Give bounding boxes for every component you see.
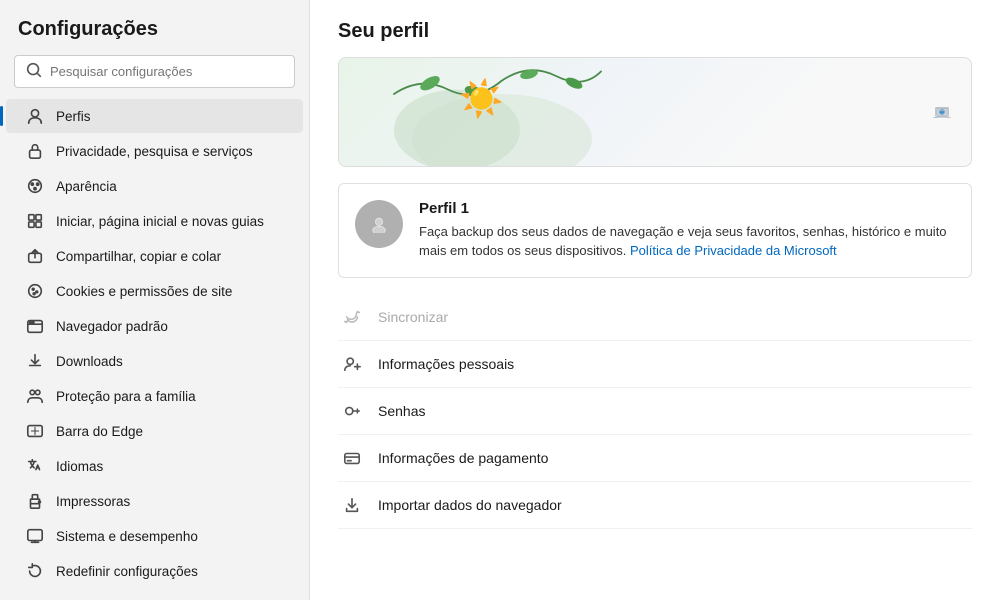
- sidebar-item-label: Compartilhar, copiar e colar: [56, 249, 221, 264]
- menu-item-importar[interactable]: Importar dados do navegador: [338, 482, 972, 529]
- palette-icon: [24, 177, 46, 195]
- menu-item-senhas[interactable]: Senhas: [338, 388, 972, 435]
- banner-laptop: [933, 76, 951, 134]
- sidebar-item-protecao[interactable]: Proteção para a família: [6, 379, 303, 413]
- card-icon: [338, 449, 366, 467]
- menu-item-label: Senhas: [378, 403, 425, 419]
- sidebar-item-perfis[interactable]: Perfis: [6, 99, 303, 133]
- sidebar-item-label: Privacidade, pesquisa e serviços: [56, 144, 253, 159]
- sidebar-item-privacidade[interactable]: Privacidade, pesquisa e serviços: [6, 134, 303, 168]
- sidebar-item-iniciar[interactable]: Iniciar, página inicial e novas guias: [6, 204, 303, 238]
- menu-item-label: Importar dados do navegador: [378, 497, 562, 513]
- download-icon: [24, 352, 46, 370]
- search-input[interactable]: [50, 64, 284, 79]
- sidebar-item-label: Proteção para a família: [56, 389, 196, 404]
- sidebar-item-label: Redefinir configurações: [56, 564, 198, 579]
- sidebar-item-aparencia[interactable]: Aparência: [6, 169, 303, 203]
- profile-description: Faça backup dos seus dados de navegação …: [419, 223, 955, 261]
- printer-icon: [24, 492, 46, 510]
- person-detail-icon: [338, 355, 366, 373]
- system-icon: [24, 527, 46, 545]
- menu-item-pagamento[interactable]: Informações de pagamento: [338, 435, 972, 482]
- banner-sun: ☀️: [459, 78, 504, 120]
- sidebar: Configurações Perfis Privacidade, pesqui…: [0, 0, 310, 600]
- menu-item-sincronizar: Sincronizar: [338, 294, 972, 341]
- sidebar-item-barra[interactable]: Barra do Edge: [6, 414, 303, 448]
- grid-icon: [24, 212, 46, 230]
- sidebar-item-compartilhar[interactable]: Compartilhar, copiar e colar: [6, 239, 303, 273]
- avatar: [355, 200, 403, 248]
- main-content: Seu perfil ☀️: [310, 0, 1000, 600]
- sidebar-item-label: Impressoras: [56, 494, 130, 509]
- browser-icon: [24, 317, 46, 335]
- profile-card: Perfil 1 Faça backup dos seus dados de n…: [338, 183, 972, 278]
- sidebar-item-label: Downloads: [56, 354, 123, 369]
- privacy-link[interactable]: Política de Privacidade da Microsoft: [630, 243, 837, 258]
- main-title: Seu perfil: [310, 0, 1000, 57]
- sidebar-item-label: Cookies e permissões de site: [56, 284, 232, 299]
- sidebar-item-label: Barra do Edge: [56, 424, 143, 439]
- sidebar-item-navegador[interactable]: Navegador padrão: [6, 309, 303, 343]
- import-icon: [338, 496, 366, 514]
- search-icon: [25, 61, 43, 82]
- family-icon: [24, 387, 46, 405]
- profile-name: Perfil 1: [419, 200, 955, 217]
- profile-banner: ☀️: [338, 57, 972, 167]
- menu-item-label: Informações de pagamento: [378, 450, 548, 466]
- search-box[interactable]: [14, 55, 295, 88]
- language-icon: [24, 457, 46, 475]
- share-icon: [24, 247, 46, 265]
- sidebar-item-downloads[interactable]: Downloads: [6, 344, 303, 378]
- sidebar-item-label: Perfis: [56, 109, 91, 124]
- sidebar-item-label: Iniciar, página inicial e novas guias: [56, 214, 264, 229]
- sync-icon: [338, 308, 366, 326]
- sidebar-title: Configurações: [0, 0, 309, 55]
- sidebar-item-idiomas[interactable]: Idiomas: [6, 449, 303, 483]
- sidebar-item-label: Navegador padrão: [56, 319, 168, 334]
- menu-item-label: Informações pessoais: [378, 356, 514, 372]
- reset-icon: [24, 562, 46, 580]
- sidebar-item-redefinir[interactable]: Redefinir configurações: [6, 554, 303, 588]
- edge-icon: [24, 422, 46, 440]
- nav-list: Perfis Privacidade, pesquisa e serviços …: [0, 98, 309, 589]
- lock-icon: [24, 142, 46, 160]
- sidebar-item-label: Idiomas: [56, 459, 103, 474]
- key-icon: [338, 402, 366, 420]
- sidebar-item-label: Aparência: [56, 179, 117, 194]
- profile-info: Perfil 1 Faça backup dos seus dados de n…: [419, 200, 955, 261]
- menu-item-informacoes-pessoais[interactable]: Informações pessoais: [338, 341, 972, 388]
- sidebar-item-impressoras[interactable]: Impressoras: [6, 484, 303, 518]
- menu-list: Sincronizar Informações pessoais Senhas …: [338, 294, 972, 529]
- menu-item-label: Sincronizar: [378, 309, 448, 325]
- person-icon: [24, 107, 46, 125]
- sidebar-item-cookies[interactable]: Cookies e permissões de site: [6, 274, 303, 308]
- sidebar-item-sistema[interactable]: Sistema e desempenho: [6, 519, 303, 553]
- cookies-icon: [24, 282, 46, 300]
- sidebar-item-label: Sistema e desempenho: [56, 529, 198, 544]
